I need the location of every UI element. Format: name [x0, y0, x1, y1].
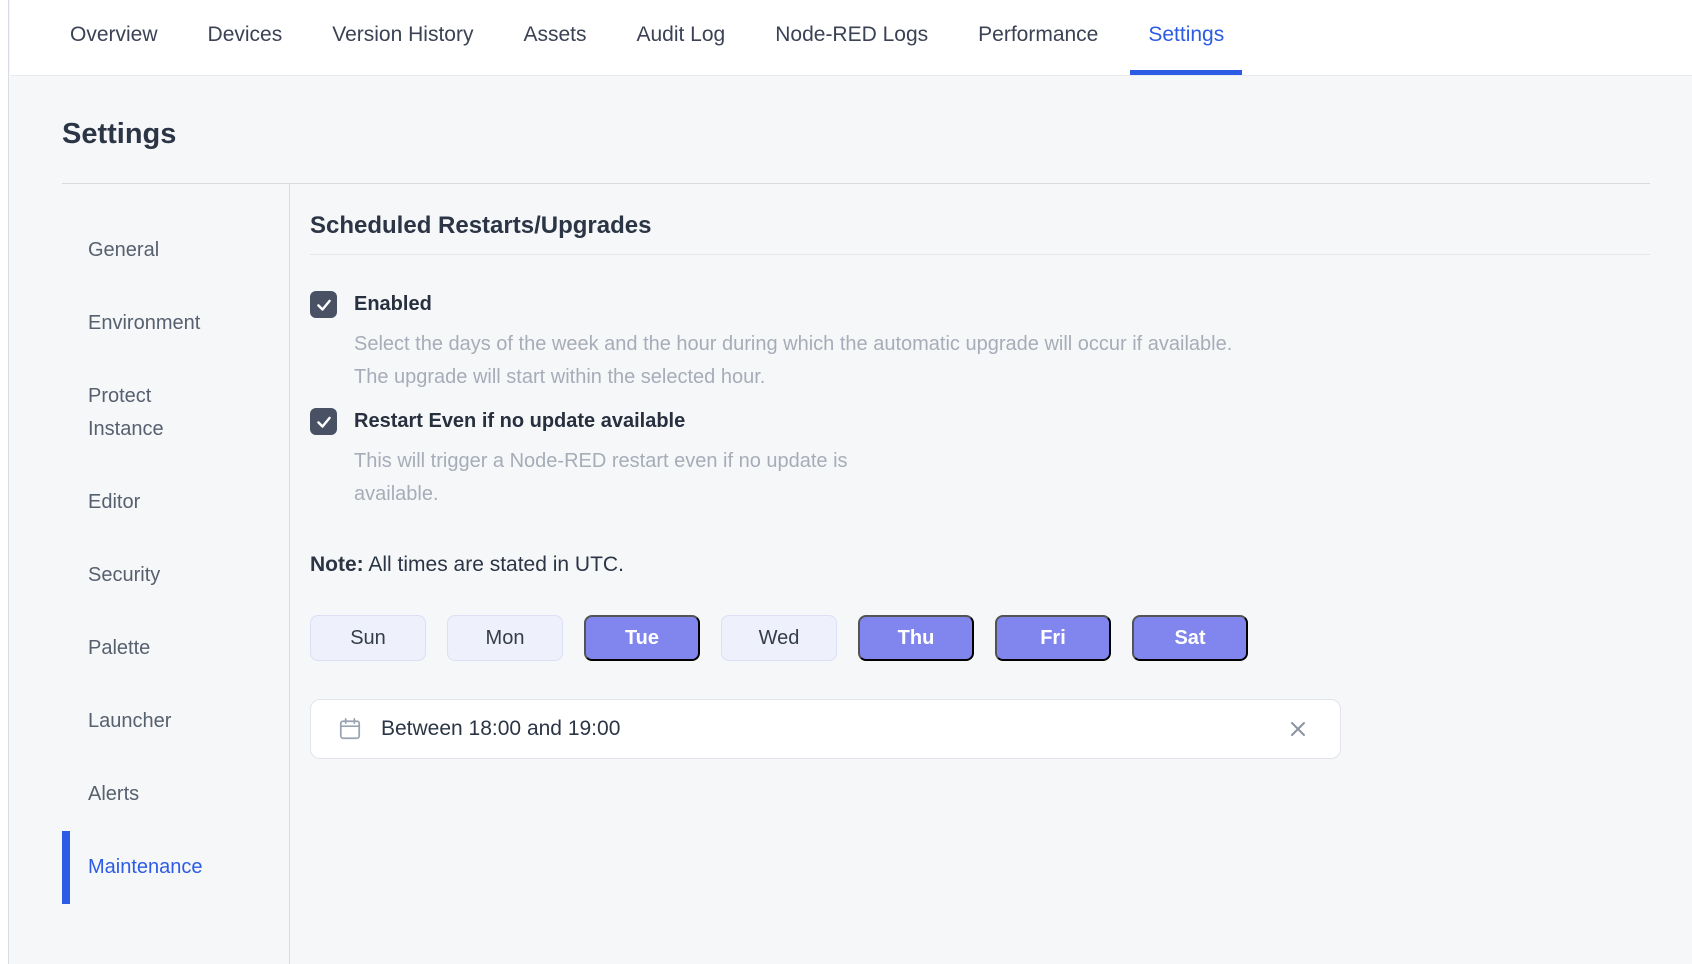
enabled-checkbox-row: Enabled [310, 291, 1650, 318]
tab-bar: Overview Devices Version History Assets … [10, 0, 1692, 76]
day-button-thu[interactable]: Thu [858, 615, 974, 661]
tab-overview[interactable]: Overview [52, 0, 176, 75]
day-button-sat[interactable]: Sat [1132, 615, 1248, 661]
utc-note-text: All times are stated in UTC. [364, 553, 624, 576]
sidebar-item-launcher[interactable]: Launcher [62, 685, 289, 758]
day-button-wed[interactable]: Wed [721, 615, 837, 661]
check-icon [315, 413, 333, 431]
restart-description: This will trigger a Node-RED restart eve… [354, 445, 934, 511]
sidebar-item-general[interactable]: General [62, 214, 289, 287]
settings-body: General Environment Protect Instance Edi… [62, 184, 1650, 964]
tab-performance[interactable]: Performance [960, 0, 1116, 75]
sidebar-item-palette[interactable]: Palette [62, 612, 289, 685]
check-icon [315, 296, 333, 314]
tab-devices[interactable]: Devices [190, 0, 301, 75]
time-range-value: Between 18:00 and 19:00 [381, 717, 620, 741]
sidebar-item-alerts[interactable]: Alerts [62, 758, 289, 831]
enabled-checkbox[interactable] [310, 291, 337, 318]
page-title: Settings [62, 118, 1650, 151]
settings-content: Settings General Environment Protect Ins… [10, 76, 1692, 964]
day-button-mon[interactable]: Mon [447, 615, 563, 661]
section-title: Scheduled Restarts/Upgrades [310, 212, 1650, 255]
day-button-tue[interactable]: Tue [584, 615, 700, 661]
day-button-sun[interactable]: Sun [310, 615, 426, 661]
restart-checkbox-label: Restart Even if no update available [354, 410, 685, 433]
enabled-checkbox-label: Enabled [354, 293, 432, 316]
sidebar-item-editor[interactable]: Editor [62, 466, 289, 539]
sidebar-item-protect-instance[interactable]: Protect Instance [62, 360, 289, 466]
tab-audit-log[interactable]: Audit Log [618, 0, 743, 75]
clear-time-button[interactable] [1282, 713, 1314, 745]
tab-settings[interactable]: Settings [1130, 0, 1242, 75]
utc-note-label: Note: [310, 553, 364, 576]
page-left-edge [0, 0, 9, 964]
enabled-description: Select the days of the week and the hour… [354, 328, 1234, 394]
tab-node-red-logs[interactable]: Node-RED Logs [757, 0, 946, 75]
calendar-icon [337, 716, 363, 742]
sidebar-item-security[interactable]: Security [62, 539, 289, 612]
tab-assets[interactable]: Assets [505, 0, 604, 75]
settings-sidebar: General Environment Protect Instance Edi… [62, 184, 290, 964]
day-button-fri[interactable]: Fri [995, 615, 1111, 661]
close-icon [1286, 717, 1310, 741]
tab-version-history[interactable]: Version History [314, 0, 491, 75]
day-selector: Sun Mon Tue Wed Thu Fri Sat [310, 615, 1650, 661]
restart-checkbox-row: Restart Even if no update available [310, 408, 1650, 435]
time-range-field[interactable]: Between 18:00 and 19:00 [310, 699, 1341, 759]
utc-note: Note: All times are stated in UTC. [310, 553, 1650, 577]
restart-checkbox[interactable] [310, 408, 337, 435]
instance-settings-page: Overview Devices Version History Assets … [0, 0, 1692, 964]
maintenance-panel: Scheduled Restarts/Upgrades Enabled Sele… [290, 184, 1650, 964]
sidebar-item-environment[interactable]: Environment [62, 287, 289, 360]
sidebar-item-maintenance[interactable]: Maintenance [62, 831, 289, 904]
